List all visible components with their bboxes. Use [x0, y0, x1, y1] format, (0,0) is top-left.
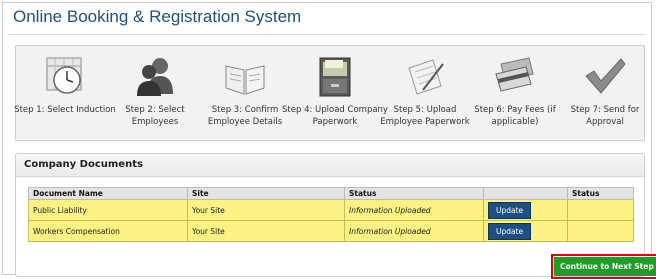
table-row: Public Liability Your Site Information U…	[28, 199, 634, 221]
company-documents-panel: Company Documents Document Name Site Sta…	[15, 153, 656, 279]
document-site: Your Site	[187, 199, 345, 221]
checkmark-icon	[583, 54, 627, 98]
people-icon	[133, 54, 177, 98]
column-header: Site	[187, 187, 345, 200]
app-frame: Online Booking & Registration System Ste…	[2, 2, 656, 279]
step-2[interactable]: Step 2: Select Employees	[110, 46, 200, 140]
document-status: Information Uploaded	[344, 220, 484, 242]
column-header: Status	[344, 187, 484, 200]
file-cabinet-icon	[313, 54, 357, 98]
app-title: Online Booking & Registration System	[13, 7, 302, 26]
action-cell: Update	[483, 199, 568, 221]
document-site: Your Site	[187, 220, 345, 242]
update-button[interactable]: Update	[488, 201, 532, 219]
credit-card-icon	[493, 54, 537, 98]
table-row: Workers Compensation Your Site Informati…	[28, 220, 634, 242]
clock-calendar-icon	[43, 54, 87, 98]
document-status: Information Uploaded	[344, 199, 484, 221]
document-name: Public Liability	[28, 199, 188, 221]
documents-table: Document Name Site Status Status Public …	[28, 187, 634, 242]
step-label: Step 7: Send for Approval	[570, 105, 640, 127]
step-6[interactable]: Step 6: Pay Fees (if applicable)	[470, 46, 560, 140]
continue-to-next-step-button[interactable]: Continue to Next Step	[554, 257, 656, 276]
column-header: Document Name	[28, 187, 188, 200]
update-button[interactable]: Update	[488, 222, 532, 240]
table-header-row: Document Name Site Status Status	[28, 187, 634, 200]
document-status-2	[567, 220, 634, 242]
step-3[interactable]: Step 3: Confirm Employee Details	[200, 46, 290, 140]
next-button-highlight: Continue to Next Step	[551, 254, 656, 279]
title-divider	[9, 34, 645, 35]
section-title: Company Documents	[16, 154, 644, 177]
open-book-icon	[223, 54, 267, 98]
step-1[interactable]: Step 1: Select Induction	[14, 46, 116, 140]
column-header: Status	[567, 187, 634, 200]
document-status-2	[567, 199, 634, 221]
column-header	[483, 187, 568, 200]
step-7[interactable]: Step 7: Send for Approval	[560, 46, 650, 140]
action-cell: Update	[483, 220, 568, 242]
steps-panel: Step 1: Select Induction Step 2: Select …	[14, 45, 645, 141]
step-4[interactable]: Step 4: Upload Company Paperwork	[282, 46, 388, 140]
step-5[interactable]: Step 5: Upload Employee Paperwork	[380, 46, 470, 140]
document-pen-icon	[403, 54, 447, 98]
document-name: Workers Compensation	[28, 220, 188, 242]
